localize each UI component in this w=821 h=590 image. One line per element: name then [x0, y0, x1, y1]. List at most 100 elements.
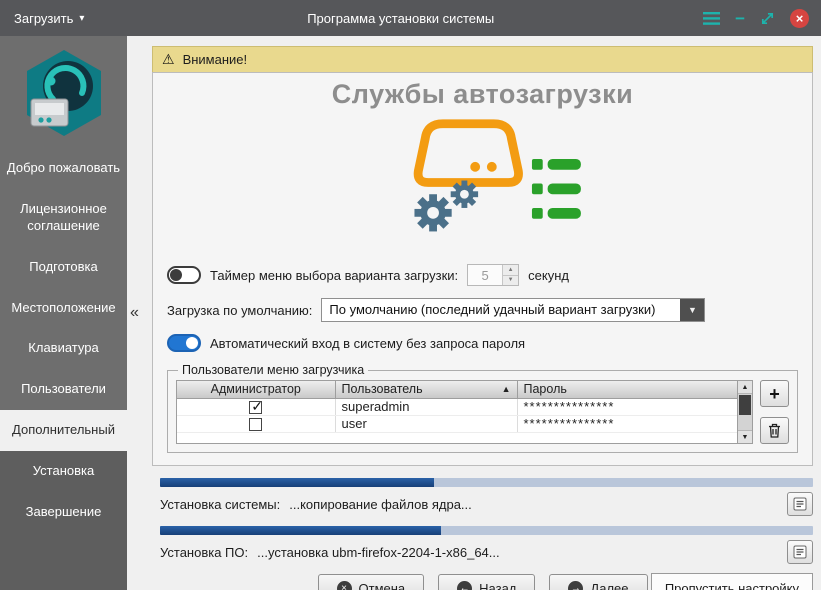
cancel-icon: × — [337, 581, 352, 590]
autostart-services-icon — [167, 112, 798, 252]
next-arrow-icon: → — [568, 581, 583, 590]
table-actions: + — [760, 380, 789, 444]
scroll-up-icon[interactable]: ▲ — [738, 381, 752, 394]
admin-checkbox[interactable] — [249, 401, 262, 414]
scrollbar-track[interactable] — [738, 394, 752, 430]
software-progress-status: ...установка ubm-firefox-2204-1-x86_64..… — [257, 545, 500, 560]
password-cell: *************** — [517, 398, 737, 415]
installer-window: Загрузить ▾ Программа установки системы … — [0, 0, 821, 590]
column-header-password[interactable]: Пароль — [517, 381, 737, 398]
back-button[interactable]: ← Назад — [438, 574, 535, 590]
close-icon: × — [790, 9, 809, 28]
table-scrollbar[interactable]: ▲ ▼ — [737, 381, 752, 443]
sidebar-item-installation[interactable]: Установка — [0, 451, 127, 492]
progress-section: Установка системы: ...копирование файлов… — [152, 478, 813, 566]
password-cell: *************** — [517, 415, 737, 432]
warning-icon: ⚠ — [162, 51, 175, 68]
plus-icon: + — [769, 385, 780, 403]
steps-sidebar: Добро пожаловать Лицензионное соглашение… — [0, 36, 127, 590]
delete-user-button[interactable] — [760, 417, 789, 444]
software-progress-label: Установка ПО: — [160, 545, 248, 560]
system-log-button[interactable] — [787, 492, 813, 516]
log-icon — [793, 545, 807, 559]
warning-text: Внимание! — [183, 52, 248, 67]
cancel-label: Отмена — [359, 581, 406, 590]
log-icon — [793, 497, 807, 511]
sidebar-item-keyboard[interactable]: Клавиатура — [0, 328, 127, 369]
window-controls: − × — [703, 9, 821, 28]
default-boot-select[interactable]: По умолчанию (последний удачный вариант … — [321, 298, 705, 322]
user-cell: superadmin — [335, 398, 517, 415]
window-title: Программа установки системы — [98, 11, 703, 26]
default-boot-value: По умолчанию (последний удачный вариант … — [322, 299, 680, 321]
next-button[interactable]: → Далее — [549, 574, 647, 590]
spin-down-icon[interactable]: ▼ — [503, 276, 518, 286]
users-table: Администратор Пользователь▲ Пароль super… — [176, 380, 753, 444]
sidebar-item-completion[interactable]: Завершение — [0, 492, 127, 533]
bootloader-users-group: Пользователи меню загрузчика Администрат… — [167, 363, 798, 453]
back-label: Назад — [479, 581, 516, 590]
system-progress-fill — [160, 478, 434, 487]
maximize-button[interactable] — [760, 11, 775, 26]
system-progress-status: ...копирование файлов ядра... — [289, 497, 472, 512]
timer-unit-label: секунд — [528, 268, 569, 283]
users-group-legend: Пользователи меню загрузчика — [178, 363, 368, 377]
combo-dropdown-icon[interactable]: ▼ — [680, 299, 704, 321]
admin-checkbox[interactable] — [249, 418, 262, 431]
system-progress-bar — [160, 478, 813, 487]
table-row[interactable]: user *************** — [177, 415, 737, 432]
timer-label: Таймер меню выбора варианта загрузки: — [210, 268, 458, 283]
hamburger-menu-icon[interactable] — [703, 12, 720, 25]
titlebar: Загрузить ▾ Программа установки системы … — [0, 0, 821, 36]
sort-asc-icon: ▲ — [502, 384, 511, 394]
timer-value-input[interactable] — [468, 265, 502, 285]
sidebar-item-users[interactable]: Пользователи — [0, 369, 127, 410]
software-progress-fill — [160, 526, 441, 535]
cancel-button[interactable]: × Отмена — [318, 574, 425, 590]
warning-banner: ⚠ Внимание! — [152, 46, 813, 72]
timer-spinbox: ▲ ▼ — [467, 264, 519, 286]
autostart-panel: Службы автозагрузки — [152, 72, 813, 466]
sidebar-item-additional[interactable]: Дополнительный — [0, 410, 127, 451]
autologin-row: Автоматический вход в систему без запрос… — [167, 334, 798, 352]
software-progress-bar — [160, 526, 813, 535]
timer-row: Таймер меню выбора варианта загрузки: ▲ … — [167, 264, 798, 286]
toggle-knob — [186, 337, 198, 349]
skip-button[interactable]: Пропустить настройку — [651, 573, 813, 590]
sidebar-collapse-button[interactable]: « — [130, 304, 139, 322]
sidebar-item-preparation[interactable]: Подготовка — [0, 247, 127, 288]
add-user-button[interactable]: + — [760, 380, 789, 407]
close-button[interactable]: × — [790, 9, 809, 28]
autologin-label: Автоматический вход в систему без запрос… — [210, 336, 525, 351]
next-label: Далее — [590, 581, 628, 590]
sidebar-item-license[interactable]: Лицензионное соглашение — [0, 189, 127, 247]
autologin-toggle[interactable] — [167, 334, 201, 352]
chevron-down-icon: ▾ — [79, 13, 84, 24]
scrollbar-thumb[interactable] — [739, 395, 751, 415]
minimize-button[interactable]: − — [735, 10, 745, 27]
spinner-buttons: ▲ ▼ — [502, 265, 518, 285]
spin-up-icon[interactable]: ▲ — [503, 265, 518, 276]
column-header-admin[interactable]: Администратор — [177, 381, 335, 398]
table-row[interactable]: superadmin *************** — [177, 398, 737, 415]
load-menu-button[interactable]: Загрузить ▾ — [0, 0, 98, 36]
toggle-knob — [170, 269, 182, 281]
page-title: Службы автозагрузки — [167, 79, 798, 110]
default-boot-row: Загрузка по умолчанию: По умолчанию (пос… — [167, 298, 798, 322]
system-progress-row: Установка системы: ...копирование файлов… — [160, 492, 813, 516]
table-header-row: Администратор Пользователь▲ Пароль — [177, 381, 737, 398]
column-header-user[interactable]: Пользователь▲ — [335, 381, 517, 398]
load-menu-label: Загрузить — [14, 11, 73, 26]
sidebar-item-welcome[interactable]: Добро пожаловать — [0, 148, 127, 189]
minimize-icon: − — [735, 10, 745, 27]
trash-icon — [768, 423, 781, 438]
scroll-down-icon[interactable]: ▼ — [738, 430, 752, 443]
software-log-button[interactable] — [787, 540, 813, 564]
sidebar-item-location[interactable]: Местоположение — [0, 288, 127, 329]
collapse-strip: « — [127, 36, 152, 590]
software-progress-row: Установка ПО: ...установка ubm-firefox-2… — [160, 540, 813, 564]
app-logo — [0, 36, 127, 148]
timer-toggle[interactable] — [167, 266, 201, 284]
default-boot-label: Загрузка по умолчанию: — [167, 303, 312, 318]
maximize-icon — [760, 11, 775, 26]
